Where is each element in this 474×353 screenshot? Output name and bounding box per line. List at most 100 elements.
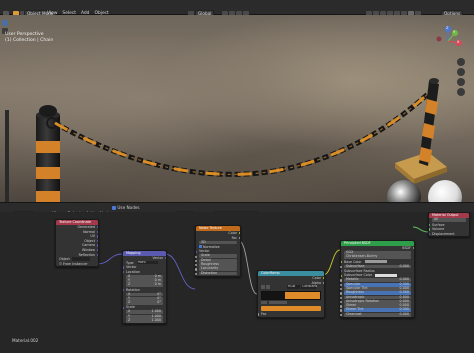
checkbox-icon	[59, 262, 62, 266]
input-socket[interactable]	[339, 305, 342, 308]
input-socket[interactable]	[194, 272, 197, 276]
right-bollard	[395, 78, 447, 184]
input-socket[interactable]	[429, 228, 430, 231]
input-socket[interactable]	[429, 232, 430, 236]
input-socket[interactable]	[123, 306, 124, 309]
input-label: Surface	[432, 222, 445, 227]
input-socket[interactable]	[341, 260, 342, 264]
input-socket[interactable]	[339, 283, 342, 287]
noise-input-field[interactable]: Distortion	[194, 271, 237, 276]
left-bollard	[36, 105, 60, 202]
hdri-diffuse-sphere	[428, 180, 462, 202]
output-socket[interactable]	[323, 277, 324, 280]
output-inputs: Surface Volume Displacement	[429, 223, 469, 237]
perspective-toggle-icon[interactable]	[457, 88, 465, 96]
bsdf-input-row[interactable]: Clearcoat 0.000	[339, 311, 411, 317]
output-socket[interactable]	[97, 239, 98, 243]
output-socket[interactable]	[97, 230, 98, 234]
type-label: Type	[126, 260, 134, 265]
input-socket[interactable]	[194, 264, 197, 267]
input-socket[interactable]	[194, 255, 197, 258]
output-socket[interactable]	[97, 226, 98, 229]
value-label: 0.000	[399, 311, 409, 316]
input-socket[interactable]	[339, 313, 342, 317]
input-socket[interactable]	[339, 265, 342, 269]
input-socket[interactable]	[429, 223, 430, 227]
output-label: Normal	[83, 229, 95, 234]
use-nodes-toggle[interactable]: Use Nodes	[112, 205, 140, 210]
output-socket[interactable]	[97, 249, 98, 252]
input-socket[interactable]	[123, 288, 124, 292]
scene-render	[5, 78, 462, 202]
remove-stop-icon[interactable]	[266, 285, 271, 289]
input-label: Subsurface	[346, 263, 365, 268]
node-material-output[interactable]: Material Output All Surface Volume Displac…	[428, 212, 470, 238]
3d-viewport[interactable]: User Perspective (1) Collection | Chain	[0, 15, 474, 202]
input-socket[interactable]	[123, 266, 124, 269]
left-pole	[5, 110, 9, 202]
output-socket[interactable]	[97, 244, 98, 247]
output-socket[interactable]	[239, 236, 240, 240]
zoom-icon[interactable]	[457, 58, 465, 66]
output-label: UV	[90, 234, 95, 239]
stop-color-swatch[interactable]	[261, 306, 321, 312]
input-socket[interactable]	[196, 250, 197, 253]
output-socket[interactable]	[413, 247, 414, 250]
texcoord-outputs: Generated Normal UV Object Camera Window Refle…	[56, 225, 98, 257]
output-label: Window	[82, 247, 95, 252]
output-socket[interactable]	[323, 281, 324, 285]
output-socket[interactable]	[239, 232, 240, 235]
input-socket[interactable]	[339, 292, 342, 295]
output-label: Color	[312, 276, 321, 280]
input-socket[interactable]	[258, 313, 259, 316]
pan-icon[interactable]	[457, 68, 465, 76]
input-socket[interactable]	[339, 309, 342, 312]
output-label: Fac	[231, 235, 237, 240]
node-mapping[interactable]: Mapping Vector Type Point Vector Location…	[122, 250, 167, 325]
input-label: Clearcoat	[346, 311, 362, 316]
input-label: Displacement	[432, 231, 455, 236]
output-socket[interactable]	[97, 253, 98, 257]
material-name-label: Material.002	[12, 338, 39, 343]
chain-dark	[53, 88, 434, 177]
input-socket[interactable]	[339, 300, 342, 304]
dimensions-label: 3D	[201, 239, 206, 244]
color-swatch[interactable]	[375, 273, 398, 278]
node-noise-texture[interactable]: Noise Texture Color Fac 3D Normalize Vec…	[194, 225, 241, 277]
axis-label: Z	[128, 317, 131, 322]
add-stop-icon[interactable]	[261, 285, 265, 289]
ramp-stop-row	[258, 301, 324, 306]
axis-label: Z	[128, 300, 131, 305]
output-label: Alpha	[311, 280, 321, 285]
color-mode-dropdown[interactable]: RGB	[287, 285, 301, 289]
input-socket[interactable]	[194, 259, 197, 263]
stop-position-field[interactable]	[269, 301, 287, 305]
type-dropdown[interactable]: Point	[136, 261, 158, 265]
camera-icon[interactable]	[457, 78, 465, 86]
fac-label: Fac	[261, 312, 267, 317]
node-texture-coordinate[interactable]: Texture Coordinate Generated Normal UV Obje…	[55, 219, 99, 268]
navigation-gizmo[interactable]: Z Y X	[433, 25, 463, 55]
node-editor[interactable]: Texture Coordinate Generated Normal UV Obje…	[0, 212, 474, 353]
from-instancer-row[interactable]: From Instancer	[56, 262, 98, 267]
node-principled-bsdf[interactable]: Principled BSDF BSDF GGX Christensen-Bur…	[339, 240, 415, 318]
input-socket[interactable]	[341, 274, 342, 277]
stop-index-field[interactable]	[261, 301, 267, 305]
mapping-scale-field[interactable]: Z 1.000	[126, 317, 163, 323]
input-socket[interactable]	[341, 269, 342, 273]
input-socket[interactable]	[194, 268, 197, 271]
input-socket[interactable]	[339, 279, 342, 282]
input-socket[interactable]	[123, 270, 124, 274]
node-colorramp[interactable]: ColorRamp Color Alpha RGB Constant Fac	[257, 270, 325, 318]
output-label: Reflection	[78, 252, 95, 257]
object-picker-field[interactable]	[71, 257, 90, 261]
output-socket[interactable]	[97, 235, 98, 238]
interpolation-dropdown[interactable]: Constant	[301, 285, 317, 289]
color-ramp-gradient[interactable]	[261, 290, 321, 300]
input-socket[interactable]	[339, 296, 342, 299]
output-socket[interactable]	[165, 257, 166, 260]
color-swatch[interactable]	[364, 259, 387, 264]
input-socket[interactable]	[339, 288, 342, 291]
nav-buttons	[457, 58, 465, 96]
from-instancer-label: From Instancer	[63, 261, 88, 266]
